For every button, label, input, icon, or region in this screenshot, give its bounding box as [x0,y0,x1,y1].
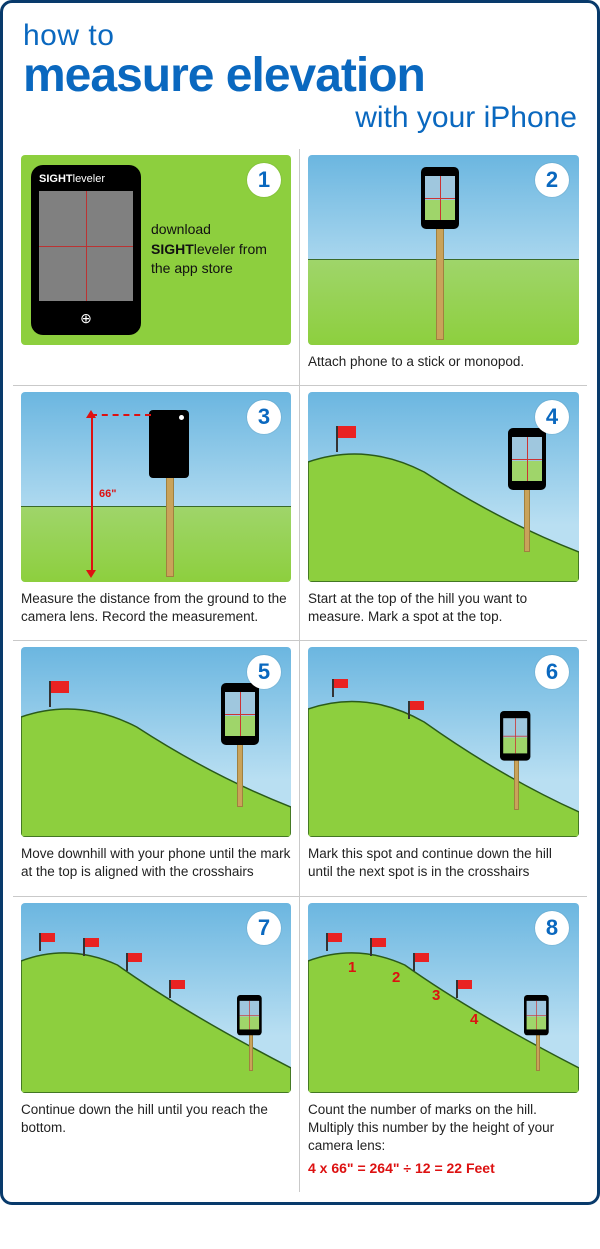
step-1-panel: SIGHTleveler ⊕ download SIGHTleveler fro… [21,155,291,345]
mark-number: 4 [470,1011,478,1028]
step-3-cell: 66" 3 Measure the distance from the grou… [13,385,300,640]
camera-lens-icon [179,415,184,420]
step-6-panel: 6 [308,647,579,837]
step-1-caption: download SIGHTleveler from the app store [151,220,281,279]
step-1-cell: SIGHTleveler ⊕ download SIGHTleveler fro… [13,149,300,385]
ground [21,506,291,582]
flag-marker [126,953,128,971]
step-4-panel: 4 [308,392,579,582]
flag-marker [413,953,415,971]
phone-on-stick [421,167,459,229]
step-5-cell: 5 Move downhill with your phone until th… [13,640,300,895]
title-block: how to measure elevation with your iPhon… [13,15,587,149]
step-8-cell: 1 2 3 4 8 Count the number of marks on t… [300,896,587,1193]
step-number-badge: 6 [535,655,569,689]
flag-marker [370,938,372,956]
step-6-cell: 6 Mark this spot and continue down the h… [300,640,587,895]
title-line3: with your iPhone [23,101,577,135]
target-icon: ⊕ [80,310,92,327]
flag-marker [336,426,338,452]
height-label: 66" [99,488,116,500]
flag-marker [169,980,171,998]
flag-marker [326,933,328,951]
step-2-caption: Attach phone to a stick or monopod. [308,353,579,371]
calculation-formula: 4 x 66" = 264" ÷ 12 = 22 Feet [308,1159,579,1178]
phone-on-stick [221,683,259,745]
step-number-badge: 4 [535,400,569,434]
infographic-frame: how to measure elevation with your iPhon… [0,0,600,1205]
stick [237,737,243,807]
stick [436,225,444,340]
step-5-caption: Move downhill with your phone until the … [21,845,291,881]
dash-line [91,414,151,416]
measure-arrow [91,414,93,574]
title-line1: how to [23,19,577,53]
arrow-down-icon [86,570,96,578]
step-5-panel: 5 [21,647,291,837]
steps-grid: SIGHTleveler ⊕ download SIGHTleveler fro… [13,149,587,1193]
mark-number: 3 [432,987,440,1004]
step-number-badge: 3 [247,400,281,434]
step-2-cell: 2 Attach phone to a stick or monopod. [300,149,587,385]
arrow-up-icon [86,410,96,418]
step-4-caption: Start at the top of the hill you want to… [308,590,579,626]
stick [166,467,174,577]
step-3-caption: Measure the distance from the ground to … [21,590,291,626]
step-7-cell: 7 Continue down the hill until you reach… [13,896,300,1193]
step-number-badge: 2 [535,163,569,197]
phone-on-stick [524,995,549,1035]
step-8-panel: 1 2 3 4 8 [308,903,579,1093]
mark-number: 1 [348,959,356,976]
flag-marker [83,938,85,956]
step-number-badge: 5 [247,655,281,689]
phone-on-stick [237,995,262,1035]
flag-marker [456,980,458,998]
stick [514,755,519,810]
step-number-badge: 8 [535,911,569,945]
flag-marker [332,679,334,697]
crosshair-screen [39,191,133,301]
app-name-label: SIGHTleveler [31,173,141,185]
step-7-caption: Continue down the hill until you reach t… [21,1101,291,1137]
step-8-caption: Count the number of marks on the hill. M… [308,1101,579,1179]
step-3-panel: 66" 3 [21,392,291,582]
stick [524,482,530,552]
title-line2: measure elevation [23,53,577,99]
flag-marker [49,681,51,707]
phone-silhouette [149,410,189,478]
flag-marker [408,701,410,719]
phone-on-stick [500,711,530,761]
flag-marker [39,933,41,951]
step-6-caption: Mark this spot and continue down the hil… [308,845,579,881]
mark-number: 2 [392,969,400,986]
step-number-badge: 1 [247,163,281,197]
phone-on-stick [508,428,546,490]
phone-illustration: SIGHTleveler ⊕ [31,165,141,335]
step-7-panel: 7 [21,903,291,1093]
step-2-panel: 2 [308,155,579,345]
step-4-cell: 4 Start at the top of the hill you want … [300,385,587,640]
step-number-badge: 7 [247,911,281,945]
